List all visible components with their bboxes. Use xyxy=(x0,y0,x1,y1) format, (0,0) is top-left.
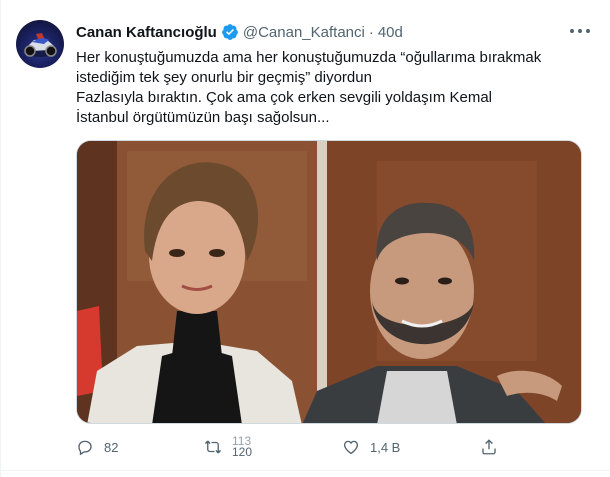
tweet-actions: 82 113 120 1,4 B xyxy=(76,434,516,459)
tweet-text-line: Her konuştuğumuzda ama her konuştuğumuzd… xyxy=(76,49,542,66)
like-icon xyxy=(343,440,359,455)
tweet-text-line: Fazlasıyla bıraktın. Çok ama çok erken s… xyxy=(76,89,492,106)
divider xyxy=(1,470,610,471)
share-icon xyxy=(482,439,496,455)
tweet-photo[interactable] xyxy=(76,140,582,424)
retweet-count-line: 113 xyxy=(232,434,252,448)
tweet-text: Her konuştuğumuzda ama her konuştuğumuzd… xyxy=(76,48,581,128)
reply-button[interactable]: 82 xyxy=(76,436,118,458)
reply-icon xyxy=(78,440,92,456)
verified-badge-icon xyxy=(221,23,239,41)
photo-image xyxy=(77,141,581,423)
share-button[interactable] xyxy=(480,436,498,458)
retweet-button[interactable]: 113 120 xyxy=(204,434,253,459)
tweet-header: Canan Kaftancıoğlu @Canan_Kaftanci · 40d xyxy=(76,22,403,42)
like-button[interactable]: 1,4 B xyxy=(342,436,400,458)
separator-dot: · xyxy=(368,23,374,41)
author-name[interactable]: Canan Kaftancıoğlu xyxy=(76,24,217,41)
tweet-timestamp[interactable]: 40d xyxy=(378,24,403,41)
avatar-image xyxy=(24,33,57,57)
tweet-text-line: istediğim tek şey onurlu bir geçmiş” diy… xyxy=(76,69,372,86)
like-count: 1,4 B xyxy=(370,439,401,455)
retweet-count: 113 120 xyxy=(232,434,253,459)
retweet-icon xyxy=(204,440,222,454)
reply-count: 82 xyxy=(104,439,119,455)
author-handle[interactable]: @Canan_Kaftanci xyxy=(243,24,365,41)
tweet-text-line: İstanbul örgütümüzün başı sağolsun... xyxy=(76,109,330,126)
tweet-card[interactable]: Canan Kaftancıoğlu @Canan_Kaftanci · 40d… xyxy=(0,0,610,477)
more-options-icon[interactable] xyxy=(570,24,590,38)
retweet-count-line: 120 xyxy=(232,445,253,459)
author-avatar[interactable] xyxy=(16,20,64,68)
